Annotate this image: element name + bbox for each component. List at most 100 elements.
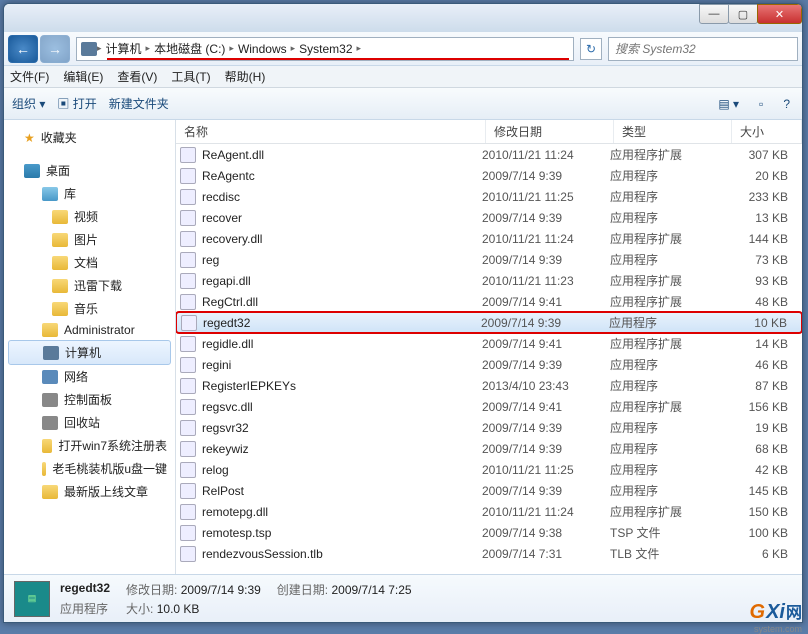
file-row[interactable]: remotepg.dll2010/11/21 11:24应用程序扩展150 KB bbox=[176, 501, 802, 522]
breadcrumb[interactable]: Windows bbox=[238, 42, 287, 56]
file-row[interactable]: ReAgentc2009/7/14 9:39应用程序20 KB bbox=[176, 165, 802, 186]
minimize-button[interactable]: — bbox=[699, 4, 729, 24]
file-name: regsvc.dll bbox=[202, 400, 482, 414]
col-date[interactable]: 修改日期 bbox=[486, 120, 614, 143]
file-row[interactable]: regedt322009/7/14 9:39应用程序10 KB bbox=[176, 312, 802, 333]
file-size: 144 KB bbox=[728, 232, 798, 246]
view-mode-button[interactable]: ▤ ▾ bbox=[714, 95, 743, 113]
sidebar-computer[interactable]: 计算机 bbox=[8, 340, 171, 365]
file-row[interactable]: recovery.dll2010/11/21 11:24应用程序扩展144 KB bbox=[176, 228, 802, 249]
file-row[interactable]: regidle.dll2009/7/14 9:41应用程序扩展14 KB bbox=[176, 333, 802, 354]
sidebar-admin[interactable]: Administrator bbox=[4, 320, 175, 340]
col-name[interactable]: 名称 bbox=[176, 120, 486, 143]
file-name: RegisterIEPKEYs bbox=[202, 379, 482, 393]
file-date: 2009/7/14 9:41 bbox=[482, 337, 610, 351]
titlebar[interactable]: — ▢ ✕ bbox=[4, 4, 802, 32]
computer-icon bbox=[81, 42, 97, 56]
file-row[interactable]: reg2009/7/14 9:39应用程序73 KB bbox=[176, 249, 802, 270]
file-row[interactable]: regini2009/7/14 9:39应用程序46 KB bbox=[176, 354, 802, 375]
breadcrumb[interactable]: System32 bbox=[299, 42, 352, 56]
details-mod-label: 修改日期: bbox=[126, 583, 177, 597]
help-button[interactable]: ? bbox=[779, 95, 794, 113]
file-row[interactable]: rendezvousSession.tlb2009/7/14 7:31TLB 文… bbox=[176, 543, 802, 564]
file-icon bbox=[180, 399, 196, 415]
sidebar-control[interactable]: 控制面板 bbox=[4, 388, 175, 411]
search-input[interactable] bbox=[608, 37, 798, 61]
organize-button[interactable]: 组织 ▾ bbox=[12, 95, 45, 112]
open-button[interactable]: ▣ 打开 bbox=[57, 95, 96, 112]
file-size: 233 KB bbox=[728, 190, 798, 204]
address-bar[interactable]: ▸ 计算机 ▸ 本地磁盘 (C:) ▸ Windows ▸ System32 ▸ bbox=[76, 37, 574, 61]
file-row[interactable]: RelPost2009/7/14 9:39应用程序145 KB bbox=[176, 480, 802, 501]
file-row[interactable]: regapi.dll2010/11/21 11:23应用程序扩展93 KB bbox=[176, 270, 802, 291]
sidebar-pictures[interactable]: 图片 bbox=[4, 228, 175, 251]
forward-button[interactable]: → bbox=[40, 35, 70, 63]
breadcrumb[interactable]: 本地磁盘 (C:) bbox=[154, 40, 225, 57]
file-name: regsvr32 bbox=[202, 421, 482, 435]
details-created: 2009/7/14 7:25 bbox=[331, 583, 411, 597]
file-row[interactable]: relog2010/11/21 11:25应用程序42 KB bbox=[176, 459, 802, 480]
folder-icon bbox=[42, 485, 58, 499]
file-icon bbox=[181, 315, 197, 331]
user-icon bbox=[42, 323, 58, 337]
sidebar-video[interactable]: 视频 bbox=[4, 205, 175, 228]
preview-pane-button[interactable]: ▫ bbox=[755, 95, 767, 113]
sidebar-recycle[interactable]: 回收站 bbox=[4, 411, 175, 434]
breadcrumb[interactable]: 计算机 bbox=[106, 40, 142, 57]
menu-edit[interactable]: 编辑(E) bbox=[63, 68, 103, 85]
sidebar-library[interactable]: 库 bbox=[4, 182, 175, 205]
maximize-button[interactable]: ▢ bbox=[728, 4, 758, 24]
video-icon bbox=[52, 210, 68, 224]
menu-help[interactable]: 帮助(H) bbox=[225, 68, 266, 85]
file-row[interactable]: rekeywiz2009/7/14 9:39应用程序68 KB bbox=[176, 438, 802, 459]
control-panel-icon bbox=[42, 393, 58, 407]
sidebar-thunder[interactable]: 迅雷下载 bbox=[4, 274, 175, 297]
sidebar-music[interactable]: 音乐 bbox=[4, 297, 175, 320]
file-size: 150 KB bbox=[728, 505, 798, 519]
col-size[interactable]: 大小 bbox=[732, 120, 802, 143]
file-row[interactable]: recdisc2010/11/21 11:25应用程序233 KB bbox=[176, 186, 802, 207]
sidebar-network[interactable]: 网络 bbox=[4, 365, 175, 388]
file-date: 2010/11/21 11:25 bbox=[482, 463, 610, 477]
file-name: ReAgentc bbox=[202, 169, 482, 183]
file-type: 应用程序扩展 bbox=[610, 146, 728, 163]
menu-view[interactable]: 查看(V) bbox=[117, 68, 157, 85]
file-date: 2009/7/14 9:39 bbox=[482, 169, 610, 183]
new-folder-button[interactable]: 新建文件夹 bbox=[109, 95, 169, 112]
sidebar-favorites[interactable]: ★收藏夹 bbox=[4, 126, 175, 149]
back-button[interactable]: ← bbox=[8, 35, 38, 63]
sidebar-desktop[interactable]: 桌面 bbox=[4, 159, 175, 182]
col-type[interactable]: 类型 bbox=[614, 120, 732, 143]
file-row[interactable]: RegisterIEPKEYs2013/4/10 23:43应用程序87 KB bbox=[176, 375, 802, 396]
refresh-button[interactable]: ↻ bbox=[580, 38, 602, 60]
network-icon bbox=[42, 370, 58, 384]
sidebar-documents[interactable]: 文档 bbox=[4, 251, 175, 274]
file-name: regapi.dll bbox=[202, 274, 482, 288]
file-type: 应用程序 bbox=[610, 188, 728, 205]
file-size: 93 KB bbox=[728, 274, 798, 288]
file-row[interactable]: regsvr322009/7/14 9:39应用程序19 KB bbox=[176, 417, 802, 438]
details-size-label: 大小: bbox=[126, 602, 153, 616]
sidebar-folder-1[interactable]: 打开win7系统注册表 bbox=[4, 434, 175, 457]
menu-bar: 文件(F) 编辑(E) 查看(V) 工具(T) 帮助(H) bbox=[4, 66, 802, 88]
file-row[interactable]: RegCtrl.dll2009/7/14 9:41应用程序扩展48 KB bbox=[176, 291, 802, 312]
sidebar-folder-3[interactable]: 最新版上线文章 bbox=[4, 480, 175, 503]
file-row[interactable]: recover2009/7/14 9:39应用程序13 KB bbox=[176, 207, 802, 228]
sidebar-folder-2[interactable]: 老毛桃装机版u盘一键 bbox=[4, 457, 175, 480]
menu-file[interactable]: 文件(F) bbox=[10, 68, 49, 85]
file-list[interactable]: ReAgent.dll2010/11/21 11:24应用程序扩展307 KBR… bbox=[176, 144, 802, 574]
file-row[interactable]: remotesp.tsp2009/7/14 9:38TSP 文件100 KB bbox=[176, 522, 802, 543]
file-row[interactable]: ReAgent.dll2010/11/21 11:24应用程序扩展307 KB bbox=[176, 144, 802, 165]
close-button[interactable]: ✕ bbox=[757, 4, 802, 24]
file-icon bbox=[180, 546, 196, 562]
file-size: 10 KB bbox=[727, 316, 797, 330]
file-name: rekeywiz bbox=[202, 442, 482, 456]
file-size: 6 KB bbox=[728, 547, 798, 561]
file-type: 应用程序 bbox=[609, 314, 727, 331]
file-type: 应用程序扩展 bbox=[610, 293, 728, 310]
file-icon bbox=[180, 504, 196, 520]
file-date: 2009/7/14 9:39 bbox=[482, 484, 610, 498]
file-list-pane: 名称 修改日期 类型 大小 ReAgent.dll2010/11/21 11:2… bbox=[176, 120, 802, 574]
file-row[interactable]: regsvc.dll2009/7/14 9:41应用程序扩展156 KB bbox=[176, 396, 802, 417]
menu-tools[interactable]: 工具(T) bbox=[171, 68, 210, 85]
